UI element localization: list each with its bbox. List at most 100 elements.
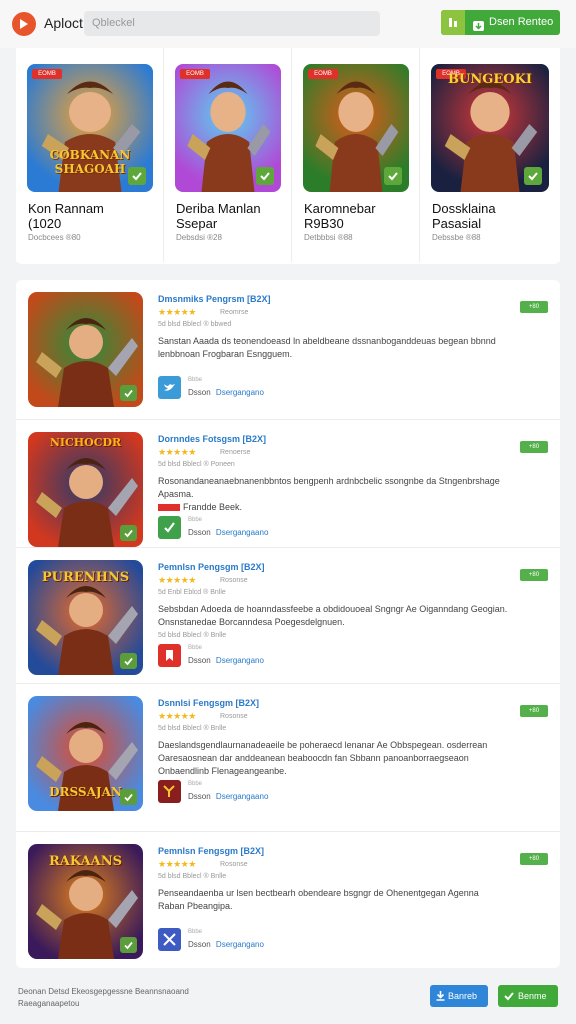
search-input[interactable]: Qbleckel xyxy=(84,11,380,36)
app-title[interactable]: Pemnlsn Fengsgm [B2X] xyxy=(158,846,264,856)
publisher-label[interactable]: Dsson Dsergangaano xyxy=(188,528,268,537)
app-title[interactable]: Dmsnmiks Pengrsm [B2X] xyxy=(158,294,271,304)
game-thumbnail[interactable]: EOMB BUNGEOKI xyxy=(431,64,549,192)
publisher-link[interactable]: Dsergangano xyxy=(216,940,264,949)
footer-line-2: Raeaganaapetou xyxy=(18,999,80,1008)
publisher-tag: Bbbe xyxy=(188,517,203,523)
description-line-text: Raban Pbeangipa. xyxy=(158,901,233,911)
rating-stars: ★★★★★ xyxy=(158,711,196,721)
featured-panel: EOMB COBKANAN SHAGOAH Kon Rannam (1020 D… xyxy=(16,48,560,264)
download-icon[interactable] xyxy=(120,385,137,401)
game-thumbnail[interactable]: PURENHNS xyxy=(28,560,143,675)
app-description: Sebsbdan Adoeda de hoanndassfeebe a obdi… xyxy=(158,603,508,642)
footer-green-button[interactable]: Benme xyxy=(498,985,558,1007)
publisher-label[interactable]: Dsson Dsergangano xyxy=(188,656,264,665)
game-thumbnail[interactable] xyxy=(28,292,143,407)
app-title[interactable]: Pemnlsn Pengsgm [B2X] xyxy=(158,562,265,572)
install-tag[interactable]: +80 xyxy=(520,441,548,453)
square-icon xyxy=(441,10,465,35)
app-meta: 5d Enbl Eblcd ® Bnlle xyxy=(158,589,226,596)
list-item[interactable]: PURENHNS Pemnlsn Pengsgm [B2X] ★★★★★ Ros… xyxy=(16,548,560,684)
publisher-label[interactable]: Dsson Dsergangano xyxy=(188,388,264,397)
download-icon[interactable] xyxy=(120,653,137,669)
puzzle-icon[interactable] xyxy=(158,780,181,803)
install-tag[interactable]: +80 xyxy=(520,301,548,313)
rating-stars: ★★★★★ xyxy=(158,575,196,585)
list-item[interactable]: Dmsnmiks Pengrsm [B2X] ★★★★★ Reomrse 5d … xyxy=(16,280,560,420)
featured-title[interactable]: Deriba Manlan Ssepar xyxy=(176,201,311,231)
publisher-label[interactable]: Dsson Dsergangaano xyxy=(188,792,268,801)
download-icon xyxy=(436,991,445,1001)
description-line: Penseandaenba ur lsen bectbearh obendear… xyxy=(158,888,479,898)
game-thumbnail[interactable]: EOMB xyxy=(175,64,281,192)
rating-note: Renoerse xyxy=(220,449,251,456)
download-icon[interactable] xyxy=(120,937,137,953)
bookmark-icon[interactable] xyxy=(158,644,181,667)
download-icon[interactable] xyxy=(120,525,137,541)
checkmark-icon[interactable] xyxy=(158,516,181,539)
game-thumbnail[interactable]: EOMB COBKANAN SHAGOAH xyxy=(27,64,153,192)
app-list: Dmsnmiks Pengrsm [B2X] ★★★★★ Reomrse 5d … xyxy=(16,280,560,968)
download-icon[interactable] xyxy=(120,789,137,805)
footer-green-label: Benme xyxy=(518,991,547,1001)
footer-line-1: Deonan Detsd Ekeosgepgessne Beannsnaoand xyxy=(18,987,189,996)
rating-note: Rosonse xyxy=(220,861,248,868)
game-thumbnail[interactable]: RAKAANS xyxy=(28,844,143,959)
list-item[interactable]: RAKAANS Pemnlsn Fengsgm [B2X] ★★★★★ Roso… xyxy=(16,832,560,968)
download-icon[interactable] xyxy=(256,167,274,185)
app-title[interactable]: Dornndes Fotsgsm [B2X] xyxy=(158,434,266,444)
app-title[interactable]: Dsnnlsi Fengsgm [B2X] xyxy=(158,698,259,708)
list-item[interactable]: NICHOCDR Dornndes Fotsgsm [B2X] ★★★★★ Re… xyxy=(16,420,560,548)
download-icon[interactable] xyxy=(384,167,402,185)
play-logo-icon[interactable] xyxy=(12,12,36,36)
install-tag[interactable]: +80 xyxy=(520,569,548,581)
description-line: Sebsbdan Adoeda de hoanndassfeebe a obdi… xyxy=(158,604,508,614)
game-thumbnail[interactable]: DRSSAJAN xyxy=(28,696,143,811)
install-tag[interactable]: +80 xyxy=(520,853,548,865)
publisher-tag: Bbbe xyxy=(188,929,203,935)
download-icon[interactable] xyxy=(128,167,146,185)
description-line: Raban Pbeangipa. xyxy=(158,900,508,913)
check-icon xyxy=(504,992,514,1001)
publisher-link[interactable]: Dsergangano xyxy=(216,656,264,665)
app-description: Penseandaenba ur lsen bectbearh obendear… xyxy=(158,887,508,913)
description-line: Daeslandsgendlaurnanadeaeile be poheraec… xyxy=(158,740,488,750)
publisher-tag: Bbbe xyxy=(188,781,203,787)
publisher-link[interactable]: Dsergangaano xyxy=(216,792,268,801)
art-title: PURENHNS xyxy=(41,570,130,585)
description-line: Frandde Beek. xyxy=(158,501,508,514)
game-thumbnail[interactable]: EOMB xyxy=(303,64,409,192)
header-action-button[interactable]: Dsen Renteo xyxy=(441,10,560,35)
featured-subtitle: Debsdsi ®28 xyxy=(176,233,222,242)
top-bar: Aploct Qbleckel Dsen Renteo xyxy=(0,0,576,48)
featured-card[interactable]: EOMB BUNGEOKI Dossklaina Pasasial Debssb… xyxy=(420,48,560,262)
art-title: RAKAANS xyxy=(48,854,123,869)
description-line-text: Oaresaosnean dar anddeanean beaboocdn fa… xyxy=(158,753,469,763)
featured-card[interactable]: EOMB COBKANAN SHAGOAH Kon Rannam (1020 D… xyxy=(16,48,164,262)
rating-note: Reomrse xyxy=(220,309,249,316)
app-name: Aploct xyxy=(44,15,83,31)
install-tag[interactable]: +80 xyxy=(520,705,548,717)
publisher-link[interactable]: Dsergangaano xyxy=(216,528,268,537)
app-meta: 5d blsd Bblecl ® Poneen xyxy=(158,461,235,468)
crossed-swords-icon[interactable] xyxy=(158,928,181,951)
publisher-link[interactable]: Dsergangano xyxy=(216,388,264,397)
game-thumbnail[interactable]: NICHOCDR xyxy=(28,432,143,547)
app-description: Rosonandaneanaebnanenbbntos bengpenh ard… xyxy=(158,475,508,514)
featured-card[interactable]: EOMB Deriba Manlan Ssepar Debsdsi ®28 xyxy=(164,48,292,262)
footer-blue-button[interactable]: Banreb xyxy=(430,985,488,1007)
rating-note: Rosonse xyxy=(220,713,248,720)
featured-title[interactable]: Karomnebar R9B30 xyxy=(304,201,439,231)
publisher-name: Dsson xyxy=(188,528,211,537)
red-flag-icon xyxy=(158,504,180,512)
featured-title[interactable]: Dossklaina Pasasial xyxy=(432,201,567,231)
app-description: Sanstan Aaada ds teonendoeasd ln abeldbe… xyxy=(158,335,508,361)
description-line-text: Frandde Beek. xyxy=(183,502,243,512)
twitter-bird-icon[interactable] xyxy=(158,376,181,399)
featured-badge: EOMB xyxy=(308,69,338,79)
featured-card[interactable]: EOMB Karomnebar R9B30 Detbbbsi ®88 xyxy=(292,48,420,262)
download-icon[interactable] xyxy=(524,167,542,185)
list-item[interactable]: DRSSAJAN Dsnnlsi Fengsgm [B2X] ★★★★★ Ros… xyxy=(16,684,560,832)
featured-title[interactable]: Kon Rannam (1020 xyxy=(28,201,163,231)
publisher-label[interactable]: Dsson Dsergangano xyxy=(188,940,264,949)
